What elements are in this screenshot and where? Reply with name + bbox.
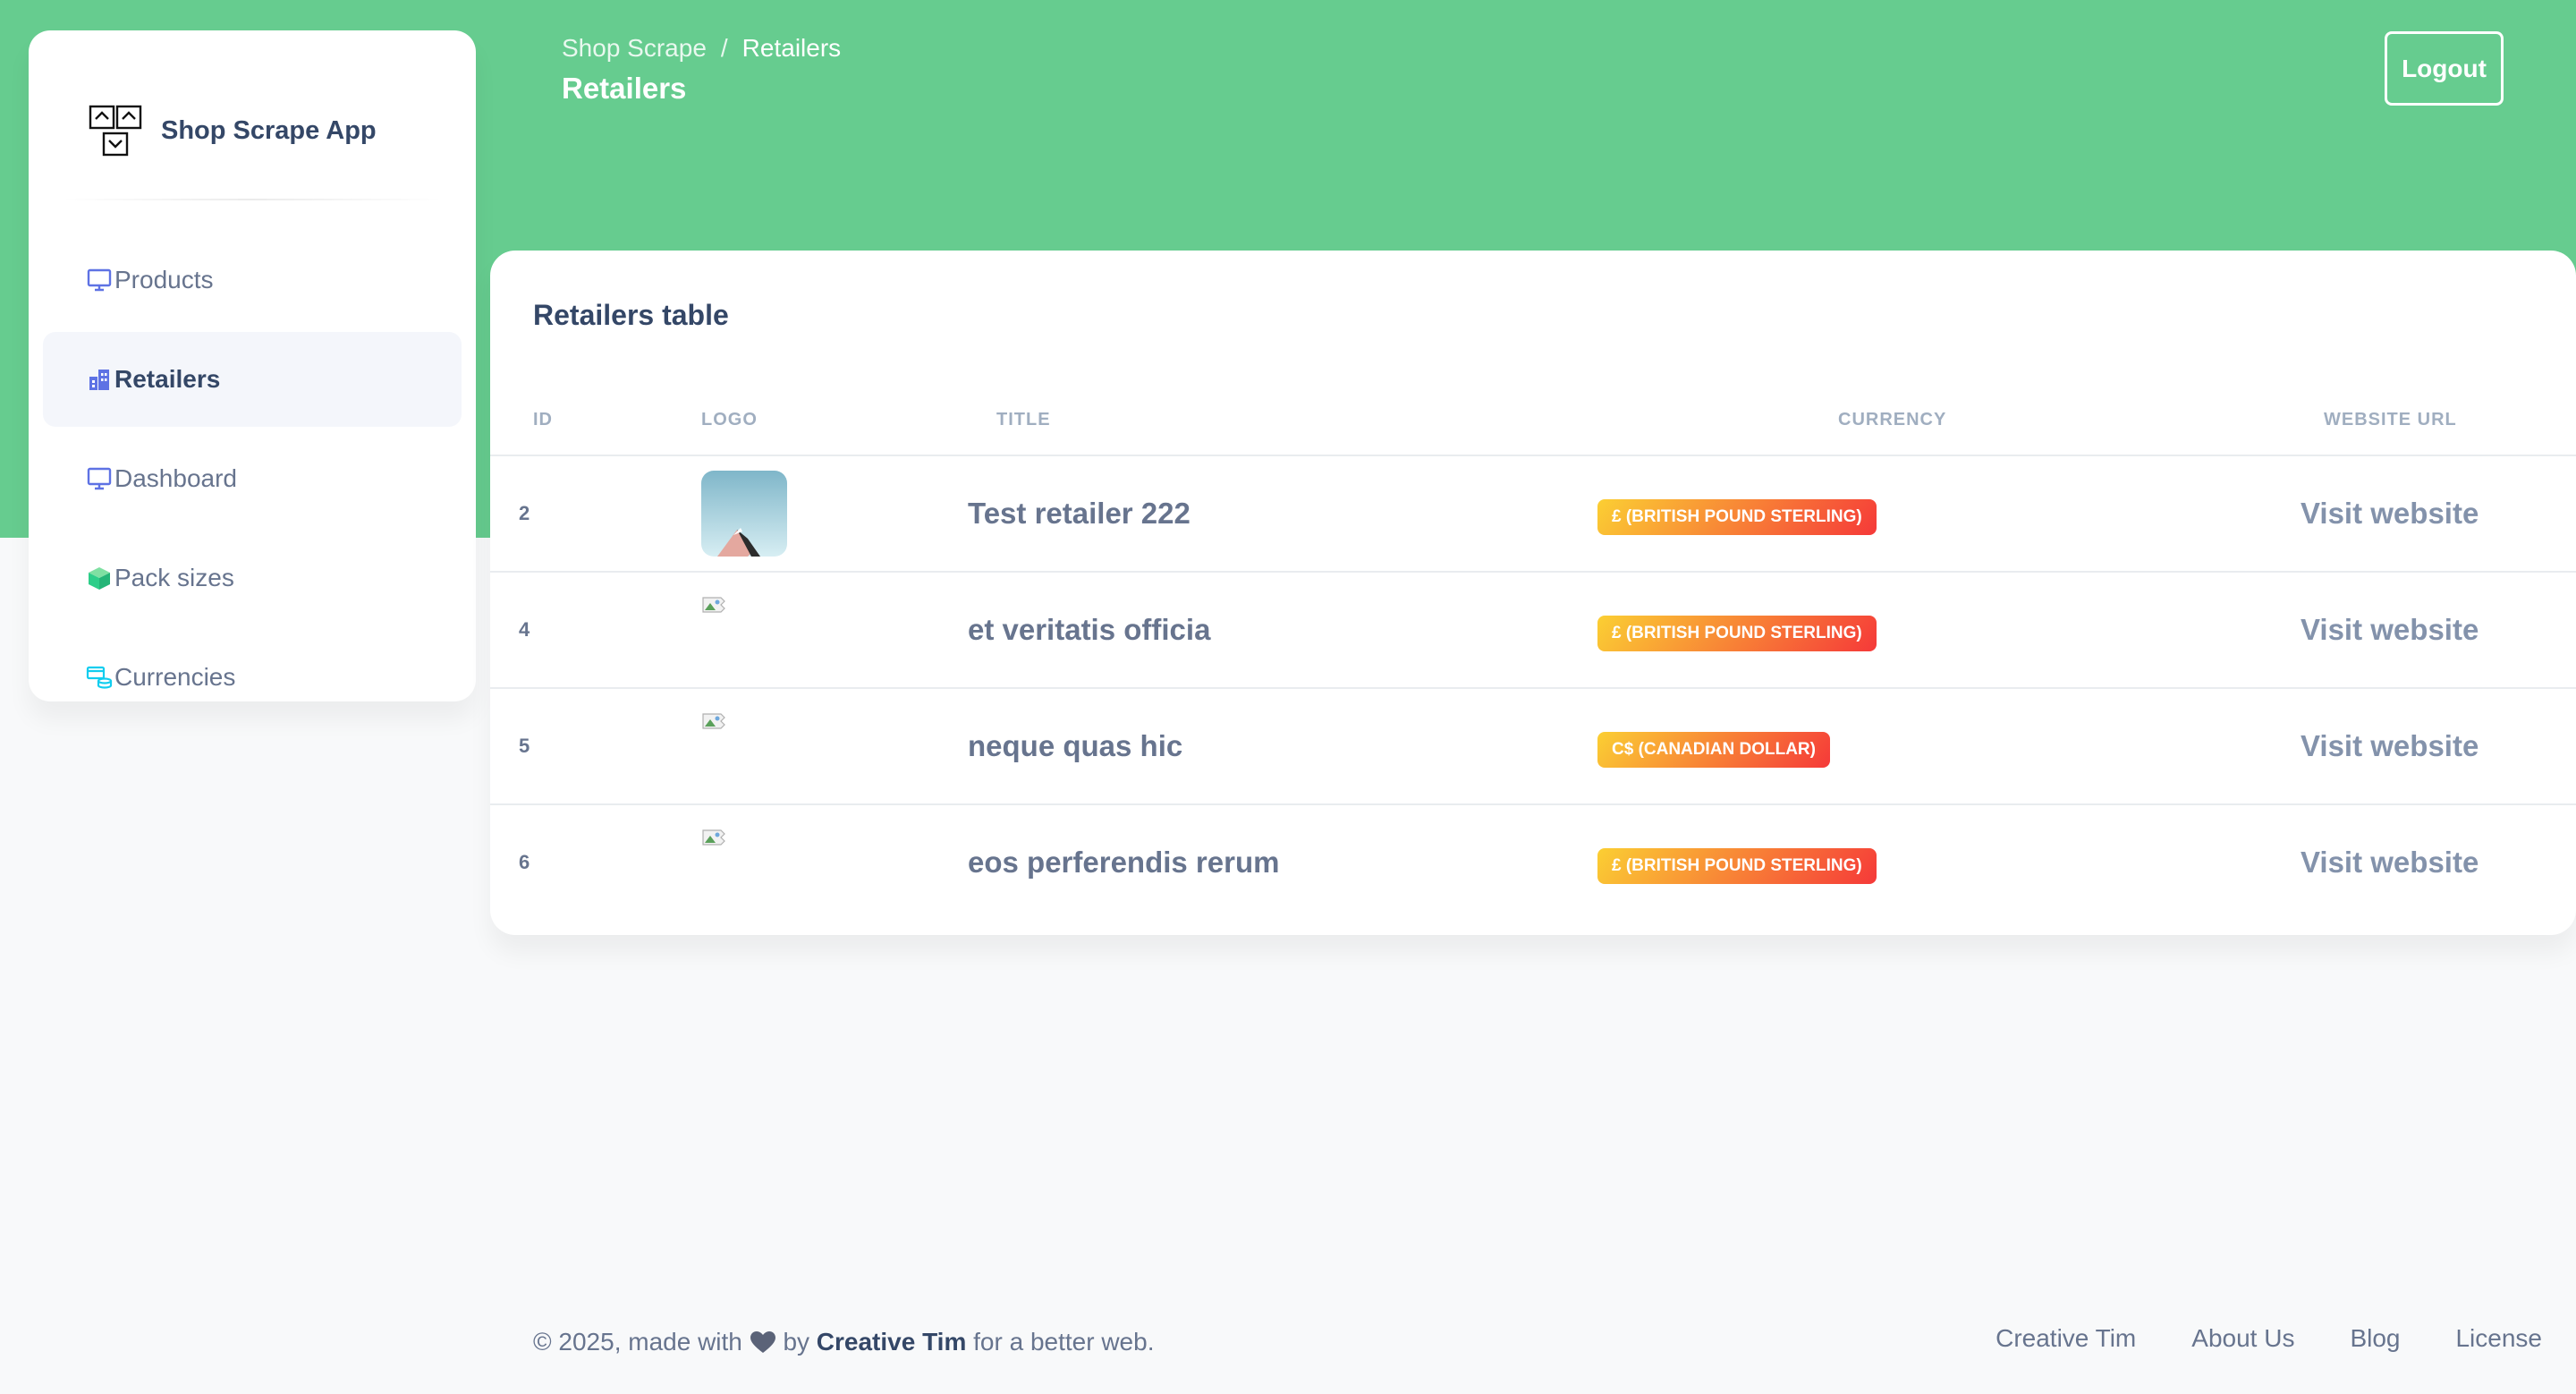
- footer-links: Creative Tim About Us Blog License: [1996, 1324, 2542, 1353]
- sidebar-item-label: Dashboard: [114, 464, 237, 492]
- footer-link-creative-tim[interactable]: Creative Tim: [1996, 1324, 2136, 1353]
- sidebar-nav: Products Retailers Dashboard Pack sizes …: [43, 233, 462, 729]
- table-row: 2 Test retailer 222 £ (BRITISH POUND STE…: [490, 455, 2576, 571]
- footer-copyright: © 2025, made with by Creative Tim for a …: [533, 1328, 1154, 1356]
- footer-link-about-us[interactable]: About Us: [2191, 1324, 2294, 1353]
- retailer-logo: [701, 471, 787, 557]
- retailer-logo-image: [701, 471, 787, 557]
- table-title: Retailers table: [533, 299, 729, 331]
- sidebar-item-currencies[interactable]: Currencies: [43, 630, 462, 725]
- footer-suffix: for a better web.: [973, 1328, 1155, 1356]
- column-header-website-url: WEBSITE URL: [2324, 410, 2457, 429]
- sidebar-item-retailers[interactable]: Retailers: [43, 332, 462, 427]
- sidebar-divider: [61, 199, 444, 200]
- table-row: 5 neque quas hic C$ (CANADIAN DOLLAR) Vi…: [490, 687, 2576, 803]
- retailer-id: 5: [519, 735, 530, 757]
- breadcrumb-current: Retailers: [741, 34, 842, 62]
- footer-link-blog[interactable]: Blog: [2350, 1324, 2400, 1353]
- page: Shop Scrape App Products Retailers Dashb…: [0, 0, 2576, 1394]
- retailers-table-card: Retailers table ID LOGO TITLE CURRENCY W…: [490, 251, 2576, 935]
- currency-badge: C$ (CANADIAN DOLLAR): [1597, 732, 1830, 768]
- footer-author-link[interactable]: Creative Tim: [817, 1328, 967, 1356]
- column-header-id: ID: [533, 410, 553, 429]
- footer-by: by: [783, 1328, 810, 1356]
- sidebar-item-label: Pack sizes: [114, 564, 234, 591]
- sidebar-item-products[interactable]: Products: [43, 233, 462, 327]
- broken-image-icon: [702, 713, 725, 729]
- footer-link-license[interactable]: License: [2455, 1324, 2542, 1353]
- column-header-currency: CURRENCY: [1838, 410, 1947, 429]
- heart-icon: [750, 1331, 775, 1353]
- app-name: Shop Scrape App: [161, 115, 377, 145]
- sidebar-item-label: Retailers: [114, 365, 221, 393]
- visit-website-link[interactable]: Visit website: [2301, 497, 2479, 531]
- box-icon: [89, 567, 110, 590]
- currency-badge: £ (BRITISH POUND STERLING): [1597, 616, 1877, 651]
- app-logo-icon: [89, 105, 142, 157]
- office-building-icon: [89, 370, 109, 390]
- sidebar-item-label: Products: [114, 266, 214, 293]
- retailer-id: 6: [519, 851, 530, 873]
- column-header-title: TITLE: [996, 410, 1051, 429]
- retailer-id: 4: [519, 618, 530, 641]
- currency-badge: £ (BRITISH POUND STERLING): [1597, 848, 1877, 884]
- retailer-title: neque quas hic: [968, 729, 1183, 762]
- breadcrumb: Shop Scrape / Retailers: [562, 34, 841, 63]
- visit-website-link[interactable]: Visit website: [2301, 613, 2479, 647]
- broken-image-icon: [702, 829, 725, 846]
- column-header-logo: LOGO: [701, 410, 758, 429]
- logout-button[interactable]: Logout: [2385, 31, 2504, 106]
- page-title: Retailers: [562, 72, 687, 105]
- broken-image-icon: [702, 597, 725, 613]
- breadcrumb-root[interactable]: Shop Scrape: [562, 34, 707, 63]
- footer-prefix: © 2025, made with: [533, 1328, 742, 1356]
- brand[interactable]: Shop Scrape App: [88, 104, 377, 157]
- retailer-title: eos perferendis rerum: [968, 846, 1280, 879]
- monitor-icon: [87, 268, 112, 292]
- visit-website-link[interactable]: Visit website: [2301, 729, 2479, 763]
- sidebar: Shop Scrape App Products Retailers Dashb…: [29, 30, 476, 701]
- monitor-icon: [87, 467, 112, 490]
- credit-card-icon: [86, 666, 113, 689]
- retailer-id: 2: [519, 502, 530, 524]
- sidebar-item-dashboard[interactable]: Dashboard: [43, 431, 462, 526]
- visit-website-link[interactable]: Visit website: [2301, 846, 2479, 880]
- sidebar-item-label: Currencies: [114, 663, 236, 691]
- breadcrumb-separator: /: [720, 34, 728, 62]
- currency-badge: £ (BRITISH POUND STERLING): [1597, 499, 1877, 535]
- sidebar-item-pack-sizes[interactable]: Pack sizes: [43, 531, 462, 625]
- retailer-title: et veritatis officia: [968, 613, 1211, 646]
- table-row: 6 eos perferendis rerum £ (BRITISH POUND…: [490, 803, 2576, 920]
- retailer-title: Test retailer 222: [968, 497, 1191, 530]
- table-row: 4 et veritatis officia £ (BRITISH POUND …: [490, 571, 2576, 687]
